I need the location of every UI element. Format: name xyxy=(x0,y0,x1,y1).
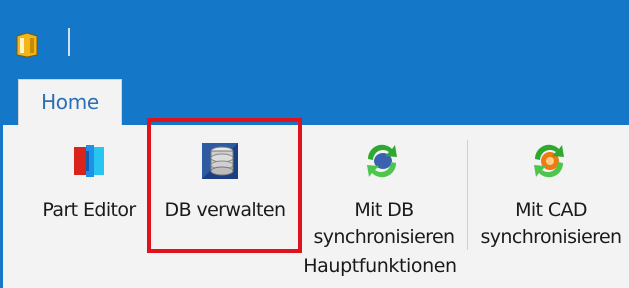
part-editor-button[interactable]: Part Editor xyxy=(34,135,144,255)
part-editor-label: Part Editor xyxy=(42,199,136,221)
ribbon-left-border xyxy=(0,125,3,288)
sync-cad-label-line2: synchronisieren xyxy=(480,226,622,248)
tab-home-label: Home xyxy=(41,90,99,114)
titlebar-separator xyxy=(68,28,70,56)
group-label: Hauptfunktionen xyxy=(303,255,457,277)
part-editor-icon xyxy=(74,145,104,177)
sync-cad-icon xyxy=(534,144,564,178)
sync-db-label-line1: Mit DB xyxy=(354,199,414,221)
tab-home[interactable]: Home xyxy=(18,79,122,126)
sync-cad-button[interactable]: Mit CAD synchronisieren xyxy=(473,135,629,255)
title-bar: Home xyxy=(0,0,629,126)
app-icon[interactable] xyxy=(14,30,40,58)
sync-db-label-line2: synchronisieren xyxy=(313,226,455,248)
sync-db-icon xyxy=(367,144,397,178)
highlight-box xyxy=(147,118,302,253)
sync-db-button[interactable]: Mit DB synchronisieren xyxy=(306,135,462,255)
sync-cad-label-line1: Mit CAD xyxy=(515,199,587,221)
ribbon-separator xyxy=(467,140,468,250)
